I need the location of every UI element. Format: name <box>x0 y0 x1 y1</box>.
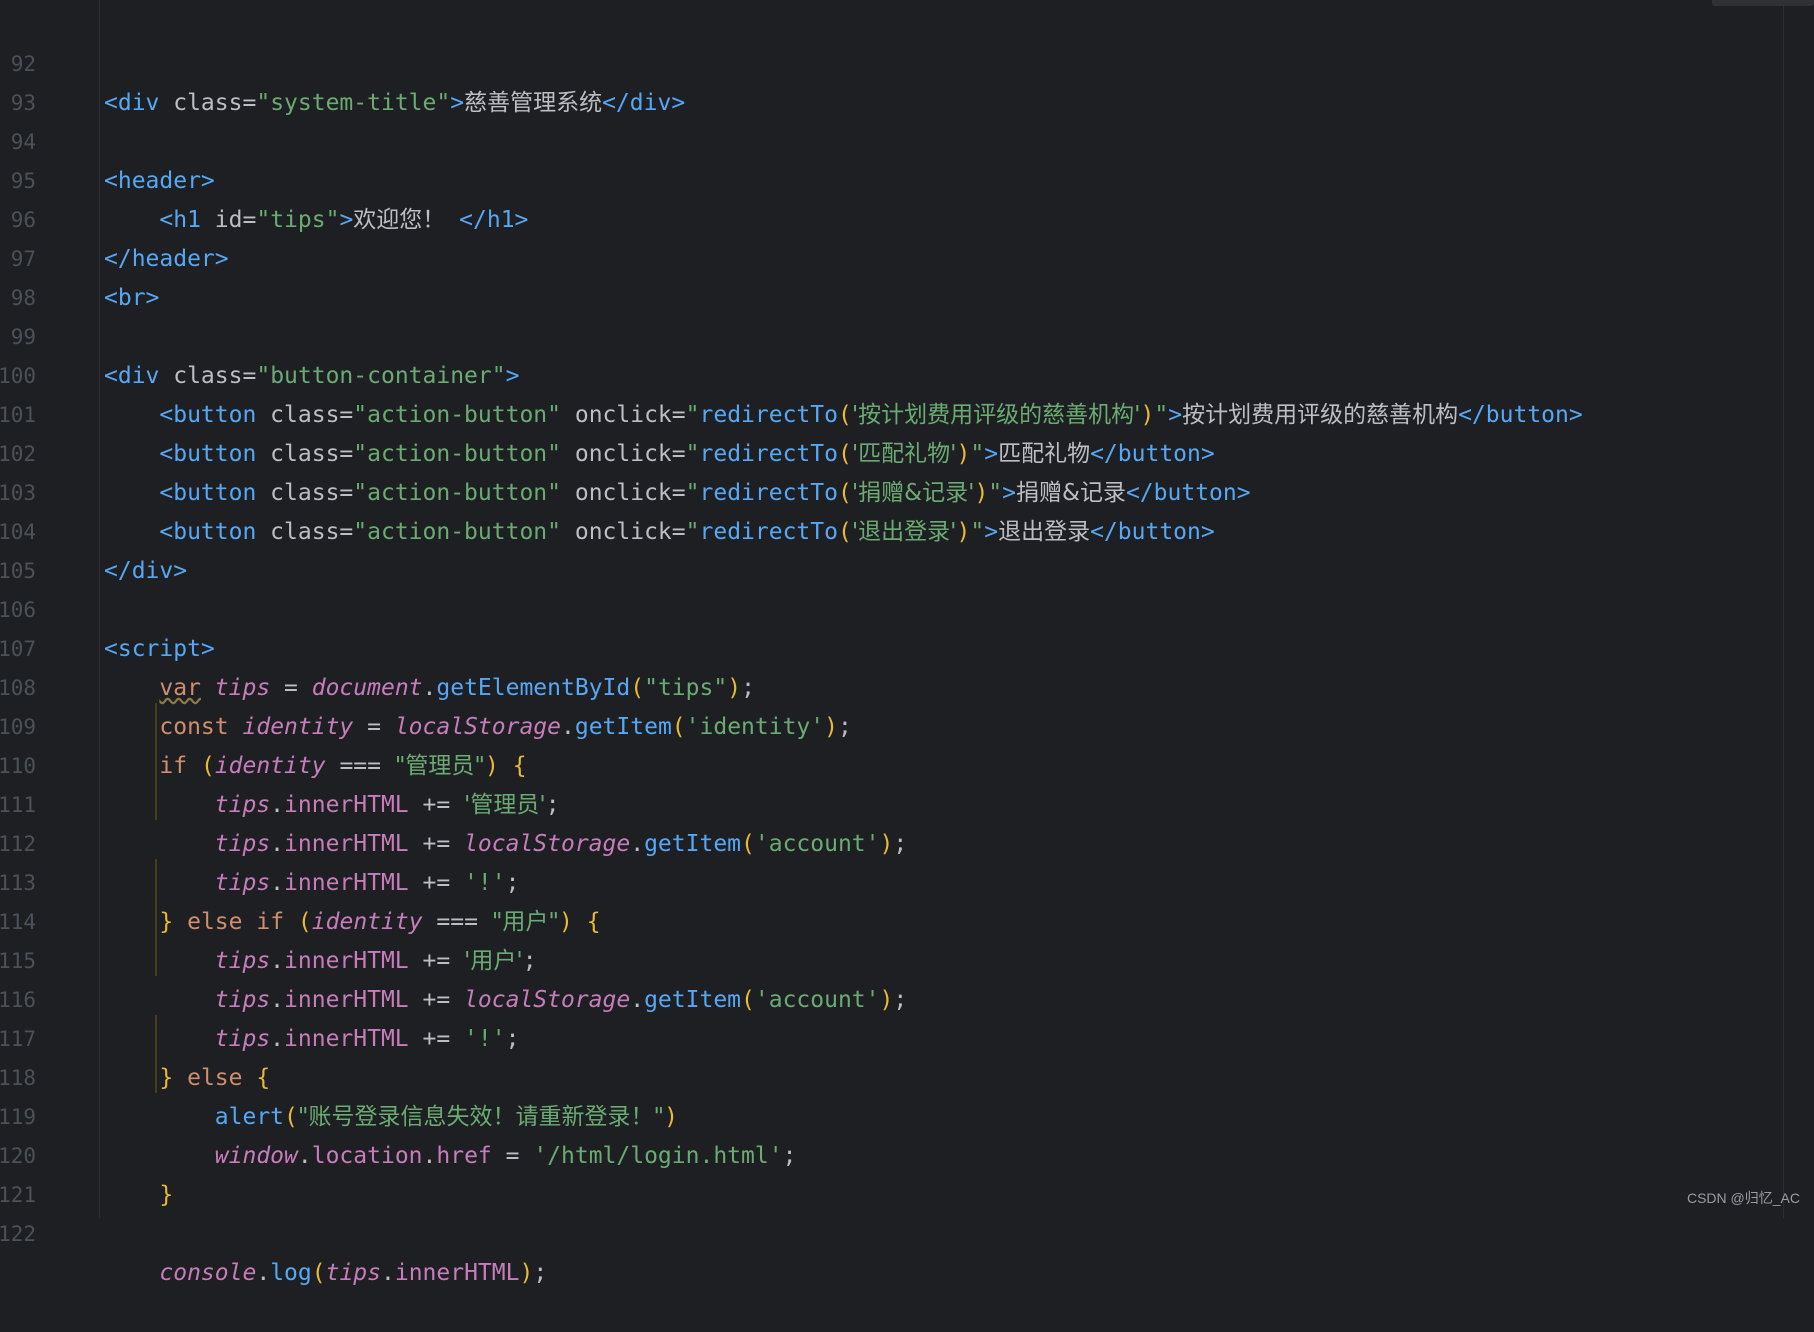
code-line: 109 if (identity === "管理员") { <box>0 669 1814 779</box>
code-line: 112 tips.innerHTML += '!'; <box>0 786 1814 896</box>
code-line: 113 } else if (identity === "用户") { <box>0 825 1814 935</box>
code-line: 103 <button class="action-button" onclic… <box>0 435 1814 545</box>
code-line: 114 tips.innerHTML += '用户'; <box>0 864 1814 974</box>
code-line: 110 tips.innerHTML += '管理员'; <box>0 708 1814 818</box>
code-line: 105 <box>0 513 1814 583</box>
code-line: 94 <header> <box>0 84 1814 194</box>
semicolon: ; <box>533 1260 548 1286</box>
code-line: 93 <box>0 45 1814 115</box>
code-line: 97 <br> <box>0 201 1814 311</box>
code-line: 102 <button class="action-button" onclic… <box>0 396 1814 506</box>
code-line: 95 <h1 id="tips">欢迎您！ </h1> <box>0 123 1814 233</box>
code-line: 104 </div> <box>0 474 1814 584</box>
code-line: 107 var tips = document.getElementById("… <box>0 591 1814 701</box>
code-line: 119 window.location.href = '/html/login.… <box>0 1059 1814 1169</box>
code-line: 101 <button class="action-button" onclic… <box>0 357 1814 467</box>
code-editor[interactable]: 92 <div class="system-title">慈善管理系统</div… <box>0 6 1814 1286</box>
paren-open: ( <box>311 1260 326 1286</box>
code-line: 100 <button class="action-button" onclic… <box>0 318 1814 428</box>
tips-var: tips <box>325 1260 381 1286</box>
paren-close: ) <box>519 1260 534 1286</box>
code-line: 115 tips.innerHTML += localStorage.getIt… <box>0 903 1814 1013</box>
dot: . <box>380 1260 395 1286</box>
line-content: console.log(tips.innerHTML); <box>104 1254 547 1293</box>
log-fn: log <box>270 1260 312 1286</box>
code-line: 118 alert("账号登录信息失效！请重新登录！") <box>0 1020 1814 1130</box>
code-line: 92 <div class="system-title">慈善管理系统</div… <box>0 6 1814 116</box>
code-line: 99 <div class="button-container"> <box>0 279 1814 389</box>
code-line: 117 } else { <box>0 981 1814 1091</box>
code-line: 116 tips.innerHTML += '!'; <box>0 942 1814 1052</box>
console-obj: console <box>159 1260 257 1286</box>
code-line: 108 const identity = localStorage.getIte… <box>0 630 1814 740</box>
code-line: 122 console.log(tips.innerHTML); <box>0 1176 1814 1286</box>
code-line: 98 <box>0 240 1814 310</box>
code-line: 111 tips.innerHTML += localStorage.getIt… <box>0 747 1814 857</box>
code-line: 106 <script> <box>0 552 1814 662</box>
code-line: 120 } <box>0 1098 1814 1208</box>
inner-html: innerHTML <box>394 1260 520 1286</box>
watermark: CSDN @归忆_AC <box>1686 1190 1800 1206</box>
dot: . <box>256 1260 271 1286</box>
code-line: 121 <box>0 1137 1814 1207</box>
line-number: 122 <box>0 1222 36 1246</box>
code-line: 96 </header> <box>0 162 1814 272</box>
